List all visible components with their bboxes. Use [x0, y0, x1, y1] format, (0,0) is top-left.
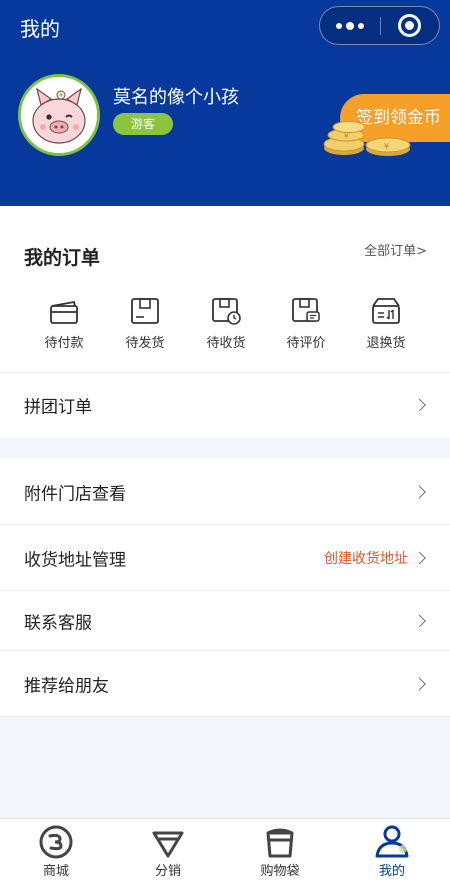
menu-group-order[interactable]: 拼团订单 [0, 373, 450, 437]
tab-label: 商城 [42, 864, 69, 879]
capsule-divider [380, 17, 381, 35]
menu-label: 推荐给朋友 [24, 676, 109, 696]
chevron-right-icon [413, 614, 426, 627]
tab-bag[interactable]: 购物袋 [224, 819, 336, 881]
bag-icon [266, 828, 294, 858]
order-item-label: 待发货 [125, 336, 165, 351]
tab-mall[interactable]: 商城 [0, 819, 112, 881]
wallet-icon [50, 300, 78, 324]
menu-service[interactable]: 联系客服 [0, 591, 450, 650]
order-item-label: 待付款 [44, 336, 84, 351]
chevron-right-icon [413, 485, 426, 498]
chevron-right-icon [413, 551, 426, 564]
tab-distribution[interactable]: 分销 [112, 819, 224, 881]
order-pending-shipment[interactable]: 待发货 [105, 296, 185, 356]
mini-program-capsule [319, 6, 440, 45]
chevron-right-icon [413, 398, 426, 412]
target-icon[interactable] [398, 14, 421, 37]
more-dots-icon[interactable] [320, 7, 380, 44]
box-clock-icon [212, 298, 241, 325]
menu-recommend[interactable]: 推荐给朋友 [0, 651, 450, 716]
menu-label: 收货地址管理 [24, 550, 126, 570]
role-badge: 游客 [113, 113, 173, 135]
all-orders-link[interactable]: 全部订单> [364, 240, 427, 259]
order-return-exchange[interactable]: 退换货 [346, 296, 426, 356]
menu-store-view[interactable]: 附件门店查看 [0, 459, 450, 524]
return-box-icon [372, 298, 400, 324]
divider [0, 716, 450, 717]
menu-label: 联系客服 [24, 613, 92, 633]
order-pending-payment[interactable]: 待付款 [24, 296, 104, 356]
tab-label: 分销 [154, 864, 181, 879]
user-name: 莫名的像个小孩 [113, 87, 239, 108]
pig-avatar-icon [21, 77, 97, 153]
box-comment-icon [292, 298, 320, 322]
tab-label: 我的 [378, 864, 405, 879]
orders-title: 我的订单 [24, 247, 101, 269]
tab-bar: 商城 分销 购物袋 我的 [0, 818, 450, 881]
profile-header: 我的 莫名的像个小孩 游客 签到领金币 ¥ ¥ [0, 0, 450, 206]
avatar[interactable] [18, 74, 100, 156]
chevron-right-icon [413, 677, 426, 690]
order-pending-review[interactable]: 待评价 [266, 296, 346, 356]
create-address-link[interactable]: 创建收货地址 [324, 548, 408, 568]
svg-text:¥: ¥ [344, 132, 349, 140]
tab-mine[interactable]: 我的 [336, 819, 448, 881]
order-item-label: 待评价 [286, 336, 326, 351]
svg-text:¥: ¥ [384, 142, 389, 151]
package-icon [131, 298, 159, 324]
order-item-label: 待收货 [206, 336, 246, 351]
menu-address[interactable]: 收货地址管理 创建收货地址 [0, 525, 450, 590]
order-item-label: 退换货 [366, 336, 406, 351]
mall-icon [39, 825, 73, 859]
order-pending-receipt[interactable]: 待收货 [186, 296, 266, 356]
menu-label: 附件门店查看 [24, 484, 126, 504]
page-title: 我的 [20, 17, 60, 41]
tab-label: 购物袋 [260, 864, 300, 879]
user-icon [375, 825, 409, 858]
coins-icon: ¥ ¥ [323, 121, 411, 156]
diamond-icon [152, 831, 184, 858]
menu-label: 拼团订单 [24, 397, 92, 418]
